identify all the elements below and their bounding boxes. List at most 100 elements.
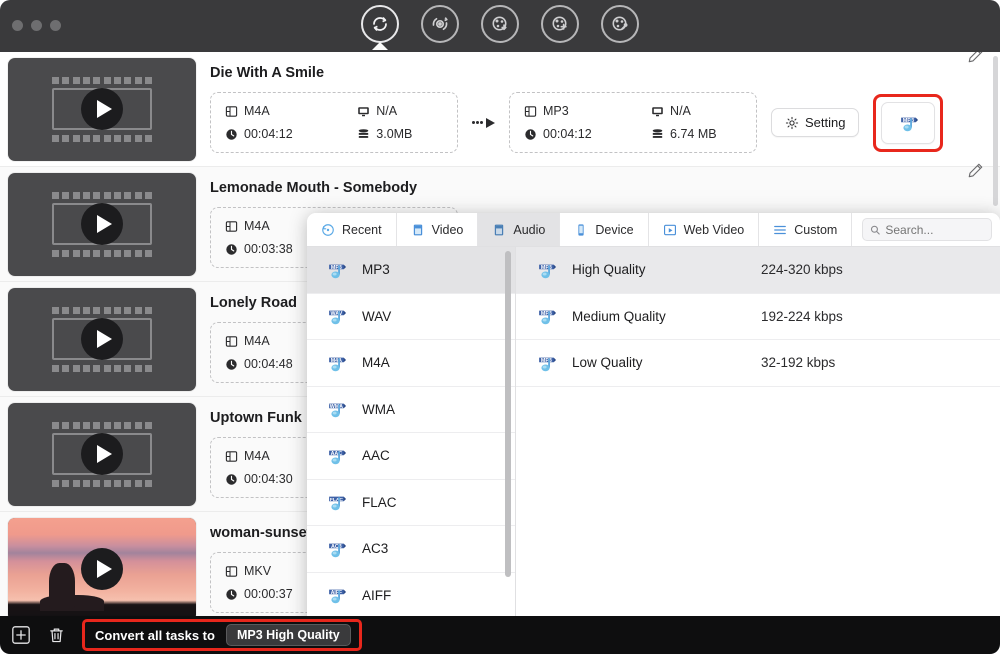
task-thumbnail[interactable] bbox=[8, 287, 196, 391]
list-item[interactable]: AC3 AC3 bbox=[307, 526, 515, 573]
add-plus-icon[interactable] bbox=[10, 624, 32, 646]
tab-recent-label: Recent bbox=[342, 222, 382, 237]
format-label: WMA bbox=[362, 401, 395, 417]
tab-custom[interactable]: Custom bbox=[759, 213, 853, 246]
bottom-bar: Convert all tasks to MP3 High Quality bbox=[0, 616, 1000, 654]
list-item[interactable]: MP3 Medium Quality 192-224 kbps bbox=[516, 294, 1000, 340]
tab-custom-label: Custom bbox=[794, 222, 838, 237]
quality-bitrate: 32-192 kbps bbox=[761, 355, 836, 371]
clock-icon bbox=[226, 588, 237, 600]
wma-note-icon: WMA bbox=[329, 403, 346, 418]
play-icon[interactable] bbox=[81, 88, 123, 130]
table-row[interactable]: Die With A Smile M4A N/A 00:04:12 3.0MB … bbox=[0, 52, 1000, 167]
svg-text:AC3: AC3 bbox=[331, 544, 342, 550]
setting-button[interactable]: Setting bbox=[771, 108, 860, 137]
toolbar-editor-button[interactable] bbox=[541, 5, 579, 43]
task-thumbnail[interactable] bbox=[8, 402, 196, 506]
toolbar-converter-button[interactable] bbox=[361, 5, 399, 50]
mp3-note-icon: MP3 bbox=[539, 310, 556, 325]
format-film-icon bbox=[225, 450, 238, 462]
tab-web-video[interactable]: Web Video bbox=[649, 213, 760, 246]
m4a-note-icon: M4A bbox=[329, 357, 346, 372]
tab-device[interactable]: Device bbox=[560, 213, 649, 246]
list-item[interactable]: AAC AAC bbox=[307, 433, 515, 480]
list-item[interactable]: M4A M4A bbox=[307, 340, 515, 387]
task-thumbnail[interactable] bbox=[8, 517, 196, 616]
svg-text:MP3: MP3 bbox=[541, 311, 552, 317]
target-format-button[interactable]: MP3 bbox=[881, 101, 936, 144]
trash-icon[interactable] bbox=[45, 624, 67, 646]
source-duration: 00:04:12 bbox=[225, 127, 323, 141]
minimize-icon[interactable] bbox=[31, 20, 42, 31]
quality-name: Medium Quality bbox=[572, 308, 666, 324]
custom-sliders-icon bbox=[774, 225, 787, 234]
svg-text:AIFF: AIFF bbox=[331, 590, 342, 596]
svg-text:MP3: MP3 bbox=[331, 265, 342, 271]
play-icon[interactable] bbox=[81, 548, 123, 590]
title-bar bbox=[0, 0, 1000, 52]
tab-video[interactable]: Video bbox=[397, 213, 479, 246]
list-item[interactable]: WAV WAV bbox=[307, 294, 515, 340]
tab-recent[interactable]: Recent bbox=[307, 213, 397, 246]
web-video-icon bbox=[663, 224, 676, 235]
format-film-icon bbox=[225, 220, 238, 232]
maximize-icon[interactable] bbox=[50, 20, 61, 31]
svg-text:WAV: WAV bbox=[330, 311, 342, 317]
filesize-database-icon bbox=[652, 128, 663, 138]
convert-all-label: Convert all tasks to bbox=[95, 627, 215, 643]
list-item[interactable]: WMA WMA bbox=[307, 387, 515, 433]
tab-web-video-label: Web Video bbox=[683, 222, 745, 237]
window-controls bbox=[12, 20, 61, 31]
wav-note-icon: WAV bbox=[329, 310, 346, 325]
toolbar-toolbox-button[interactable] bbox=[601, 5, 639, 43]
list-item[interactable]: MP3 Low Quality 32-192 kbps bbox=[516, 340, 1000, 387]
list-item[interactable]: FLAC FLAC bbox=[307, 480, 515, 526]
gear-icon bbox=[785, 116, 799, 129]
search-input[interactable] bbox=[885, 222, 984, 237]
mp3-note-icon: MP3 bbox=[329, 264, 346, 279]
format-list-scrollbar[interactable] bbox=[505, 251, 511, 577]
task-title: Lemonade Mouth - Somebody bbox=[210, 180, 418, 196]
format-film-icon bbox=[524, 105, 537, 117]
quality-name: Low Quality bbox=[572, 355, 643, 371]
quality-name: High Quality bbox=[572, 262, 646, 278]
format-list[interactable]: MP3 MP3 WAV WAV M4A M4A WMA WMA AAC AAC … bbox=[307, 247, 516, 654]
flac-note-icon: FLAC bbox=[329, 496, 346, 511]
tab-audio[interactable]: Audio bbox=[478, 213, 561, 246]
format-film-icon bbox=[225, 565, 238, 577]
task-thumbnail[interactable] bbox=[8, 172, 196, 276]
format-category-tabs: Recent Video Audio Device Web Video Cust… bbox=[307, 213, 1000, 247]
close-icon[interactable] bbox=[12, 20, 23, 31]
list-item[interactable]: MP3 High Quality 224-320 kbps bbox=[516, 247, 1000, 294]
tab-audio-label: Audio bbox=[513, 222, 546, 237]
toolbar-downloader-button[interactable] bbox=[481, 5, 519, 43]
clock-icon bbox=[525, 128, 536, 140]
toolbar-compressor-button[interactable] bbox=[421, 5, 459, 43]
search-box[interactable] bbox=[862, 218, 992, 241]
play-icon[interactable] bbox=[81, 433, 123, 475]
clock-icon bbox=[226, 358, 237, 370]
format-label: AAC bbox=[362, 448, 390, 464]
format-dropdown-body: MP3 MP3 WAV WAV M4A M4A WMA WMA AAC AAC … bbox=[307, 247, 1000, 654]
play-icon[interactable] bbox=[81, 203, 123, 245]
task-thumbnail[interactable] bbox=[8, 57, 196, 161]
quality-list[interactable]: MP3 High Quality 224-320 kbps MP3 Medium… bbox=[516, 247, 1000, 654]
edit-pencil-icon[interactable] bbox=[967, 162, 984, 184]
list-item[interactable]: MP3 MP3 bbox=[307, 247, 515, 294]
convert-arrow-icon bbox=[472, 117, 495, 128]
convert-all-format-button[interactable]: MP3 High Quality bbox=[225, 624, 351, 646]
search-icon bbox=[870, 225, 880, 235]
main-toolbar bbox=[361, 5, 639, 50]
filesize-database-icon bbox=[358, 128, 369, 138]
play-icon[interactable] bbox=[81, 318, 123, 360]
tab-video-label: Video bbox=[431, 222, 464, 237]
list-item[interactable]: AIFF AIFF bbox=[307, 573, 515, 619]
format-label: AC3 bbox=[362, 541, 389, 557]
resolution-monitor-icon bbox=[358, 106, 370, 116]
ac3-note-icon: AC3 bbox=[329, 543, 346, 558]
task-list-scrollbar[interactable] bbox=[993, 56, 998, 206]
active-tab-caret bbox=[372, 42, 388, 50]
target-duration: 00:04:12 bbox=[524, 127, 617, 141]
edit-pencil-icon[interactable] bbox=[967, 52, 984, 69]
mp3-note-icon: MP3 bbox=[901, 117, 919, 131]
